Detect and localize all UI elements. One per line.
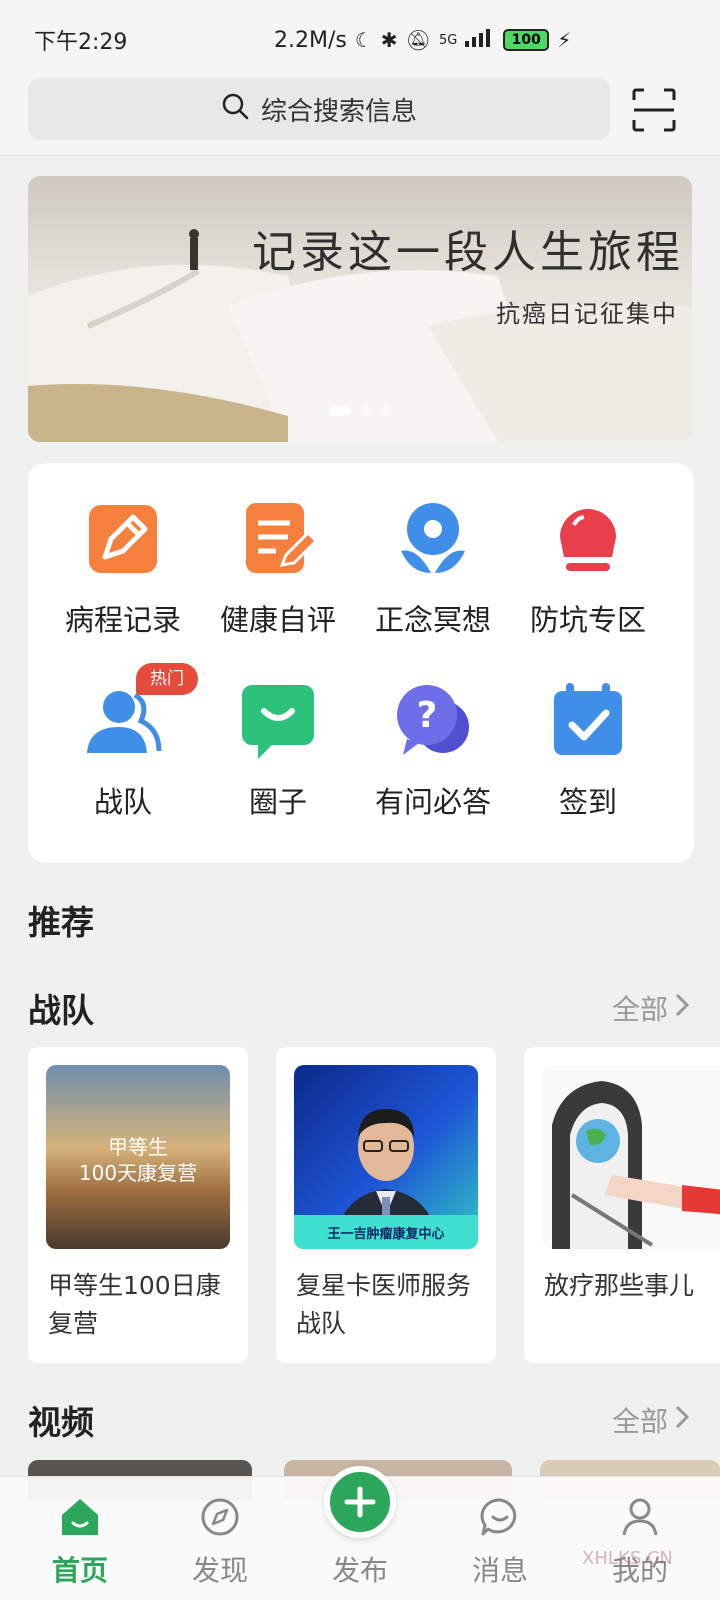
- network-speed: 2.2M/s: [274, 27, 347, 53]
- team-card[interactable]: 放疗那些事儿: [524, 1047, 720, 1363]
- search-input[interactable]: 综合搜索信息: [28, 78, 610, 140]
- quick-entry-grid: 病程记录 健康自评 正念冥想 防坑专区 战队 圈子 ? 有问必答 签到 热门: [28, 463, 694, 863]
- teams-more-link[interactable]: 全部: [612, 988, 690, 1028]
- chat-smile-icon: [238, 681, 318, 761]
- nav-label: 发现: [191, 1554, 248, 1587]
- grid-item-label: 病程记录: [64, 603, 181, 637]
- carousel-dot-active[interactable]: [329, 406, 351, 416]
- grid-item-label: 战队: [93, 785, 152, 819]
- grid-item-health-assessment[interactable]: 健康自评: [203, 463, 353, 637]
- search-icon: [221, 92, 249, 127]
- grid-item-circle[interactable]: 圈子: [203, 645, 353, 819]
- status-bar: 下午2:29 2.2M/s ☾ ✱ 🔕︎ 5G 100 ⚡: [0, 0, 720, 80]
- bluetooth-icon: ✱: [380, 28, 398, 52]
- banner-carousel[interactable]: 记录这一段人生旅程 抗癌日记征集中: [28, 176, 692, 442]
- plus-icon: [344, 1486, 376, 1518]
- grid-item-label: 有问必答: [374, 785, 491, 819]
- compass-icon: [198, 1495, 242, 1539]
- calendar-check-icon: [548, 681, 628, 761]
- grid-item-checkin[interactable]: 签到: [513, 645, 663, 819]
- grid-item-label: 签到: [558, 785, 617, 819]
- user-icon: [618, 1495, 662, 1539]
- videos-title: 视频: [28, 1403, 94, 1442]
- team-name: 甲等生100日康复营: [48, 1271, 221, 1338]
- thumb-caption: 王一吉肿瘤康复中心: [327, 1227, 445, 1242]
- grid-item-course-record[interactable]: 病程记录: [48, 463, 198, 637]
- nav-home[interactable]: 首页: [20, 1495, 140, 1595]
- moon-icon: ☾: [354, 28, 373, 52]
- nav-messages[interactable]: 消息: [440, 1495, 560, 1595]
- nav-label: 首页: [51, 1554, 108, 1587]
- thumb-text: 甲等生: [108, 1135, 168, 1159]
- carousel-dot[interactable]: [361, 406, 371, 416]
- team-thumbnail: 王一吉肿瘤康复中心: [294, 1065, 478, 1249]
- top-bar: 综合搜索信息: [0, 78, 720, 156]
- team-card[interactable]: 王一吉肿瘤康复中心 复星卡医师服务战队: [276, 1047, 496, 1363]
- status-indicators: 2.2M/s ☾ ✱ 🔕︎ 5G 100 ⚡: [274, 27, 571, 53]
- grid-item-label: 健康自评: [219, 603, 336, 637]
- mute-bell-icon: 🔕︎: [405, 28, 431, 52]
- question-bubble-icon: ?: [393, 681, 473, 761]
- signal-icon: [465, 27, 495, 53]
- scan-button[interactable]: [630, 86, 678, 134]
- teams-more-label: 全部: [611, 993, 668, 1026]
- watermark: XHLKS.CN: [582, 1548, 673, 1569]
- network-type: 5G: [438, 32, 458, 48]
- team-name: 复星卡医师服务战队: [296, 1271, 472, 1338]
- carousel-dot[interactable]: [381, 406, 391, 416]
- svg-text:?: ?: [417, 695, 438, 736]
- chevron-right-icon: [674, 992, 690, 1025]
- nav-label: 发布: [331, 1554, 388, 1587]
- nav-profile[interactable]: 我的: [580, 1495, 700, 1595]
- grid-item-label: 防坑专区: [529, 603, 646, 637]
- radiotherapy-illustration: [552, 1081, 720, 1249]
- grid-item-meditation[interactable]: 正念冥想: [358, 463, 508, 637]
- hot-badge: 热门: [136, 663, 198, 695]
- nav-discover[interactable]: 发现: [160, 1495, 280, 1595]
- doctor-portrait: [294, 1109, 478, 1249]
- banner-subtitle: 抗癌日记征集中: [496, 300, 678, 328]
- publish-button[interactable]: [324, 1466, 396, 1538]
- team-card[interactable]: 甲等生 100天康复营 甲等生100日康复营: [28, 1047, 248, 1363]
- grid-item-qa[interactable]: ? 有问必答: [358, 645, 508, 819]
- document-pen-icon: [238, 499, 319, 579]
- team-thumbnail: 甲等生 100天康复营: [46, 1065, 230, 1249]
- videos-more-label: 全部: [611, 1405, 668, 1438]
- battery-icon: 100: [503, 29, 550, 51]
- message-icon: [478, 1495, 522, 1539]
- grid-item-label: 圈子: [248, 785, 307, 819]
- status-time: 下午2:29: [34, 30, 128, 55]
- flower-icon: [393, 499, 473, 579]
- scan-icon: [632, 88, 676, 132]
- team-name: 放疗那些事儿: [544, 1271, 695, 1300]
- home-icon: [58, 1495, 102, 1539]
- videos-more-link[interactable]: 全部: [612, 1400, 690, 1440]
- team-thumbnail: [542, 1065, 720, 1249]
- edit-icon: [83, 499, 163, 579]
- grid-item-pitfall-zone[interactable]: 防坑专区: [513, 463, 663, 637]
- grid-item-label: 正念冥想: [374, 603, 491, 637]
- recommend-title: 推荐: [28, 903, 94, 942]
- charging-icon: ⚡: [557, 28, 572, 52]
- nav-label: 消息: [471, 1554, 528, 1587]
- chevron-right-icon: [674, 1404, 690, 1437]
- search-placeholder: 综合搜索信息: [260, 96, 417, 127]
- banner-title: 记录这一段人生旅程: [252, 227, 684, 278]
- alarm-light-icon: [548, 499, 628, 579]
- teams-title: 战队: [28, 991, 94, 1030]
- carousel-dots: [28, 406, 692, 416]
- thumb-text: 100天康复营: [78, 1161, 198, 1185]
